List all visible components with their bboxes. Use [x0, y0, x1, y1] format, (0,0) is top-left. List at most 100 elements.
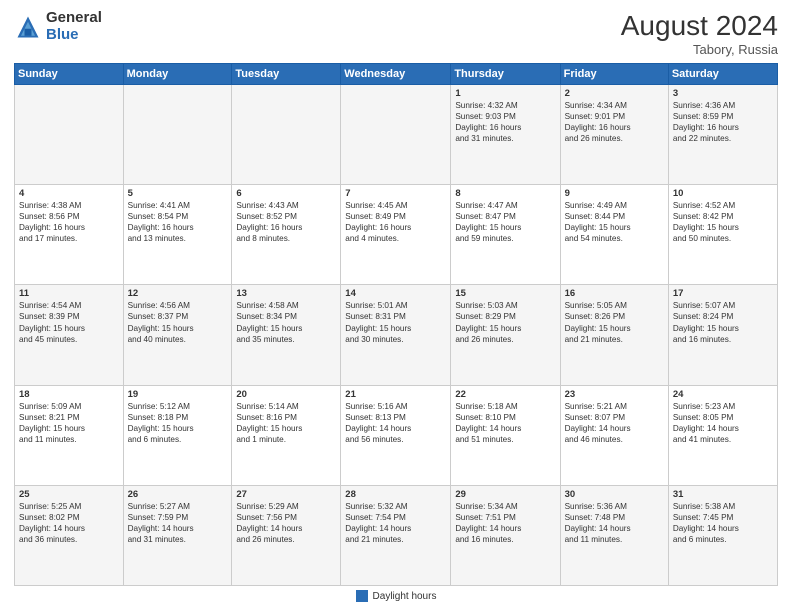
day-cell: 2Sunrise: 4:34 AM Sunset: 9:01 PM Daylig…	[560, 85, 668, 185]
day-cell: 4Sunrise: 4:38 AM Sunset: 8:56 PM Daylig…	[15, 185, 124, 285]
col-sunday: Sunday	[15, 64, 124, 85]
day-number: 31	[673, 489, 773, 500]
day-number: 2	[565, 88, 664, 99]
page: General Blue August 2024 Tabory, Russia …	[0, 0, 792, 612]
day-info: Sunrise: 4:58 AM Sunset: 8:34 PM Dayligh…	[236, 300, 336, 344]
day-cell: 5Sunrise: 4:41 AM Sunset: 8:54 PM Daylig…	[123, 185, 232, 285]
day-info: Sunrise: 5:01 AM Sunset: 8:31 PM Dayligh…	[345, 300, 446, 344]
day-cell: 16Sunrise: 5:05 AM Sunset: 8:26 PM Dayli…	[560, 285, 668, 385]
day-cell: 22Sunrise: 5:18 AM Sunset: 8:10 PM Dayli…	[451, 385, 560, 485]
day-number: 21	[345, 389, 446, 400]
day-info: Sunrise: 4:47 AM Sunset: 8:47 PM Dayligh…	[455, 200, 555, 244]
day-cell: 6Sunrise: 4:43 AM Sunset: 8:52 PM Daylig…	[232, 185, 341, 285]
day-info: Sunrise: 5:23 AM Sunset: 8:05 PM Dayligh…	[673, 401, 773, 445]
legend: Daylight hours	[14, 590, 778, 602]
calendar-table: Sunday Monday Tuesday Wednesday Thursday…	[14, 63, 778, 586]
day-cell: 26Sunrise: 5:27 AM Sunset: 7:59 PM Dayli…	[123, 485, 232, 585]
day-info: Sunrise: 5:03 AM Sunset: 8:29 PM Dayligh…	[455, 300, 555, 344]
col-monday: Monday	[123, 64, 232, 85]
day-cell	[232, 85, 341, 185]
day-cell: 19Sunrise: 5:12 AM Sunset: 8:18 PM Dayli…	[123, 385, 232, 485]
day-info: Sunrise: 5:05 AM Sunset: 8:26 PM Dayligh…	[565, 300, 664, 344]
day-number: 8	[455, 188, 555, 199]
title-block: August 2024 Tabory, Russia	[621, 10, 778, 57]
legend-label: Daylight hours	[373, 591, 437, 602]
day-number: 30	[565, 489, 664, 500]
day-info: Sunrise: 4:56 AM Sunset: 8:37 PM Dayligh…	[128, 300, 228, 344]
day-cell: 29Sunrise: 5:34 AM Sunset: 7:51 PM Dayli…	[451, 485, 560, 585]
logo-blue-text: Blue	[46, 27, 102, 44]
day-number: 7	[345, 188, 446, 199]
day-number: 13	[236, 288, 336, 299]
day-info: Sunrise: 4:32 AM Sunset: 9:03 PM Dayligh…	[455, 100, 555, 144]
day-number: 19	[128, 389, 228, 400]
logo: General Blue	[14, 10, 102, 43]
col-saturday: Saturday	[668, 64, 777, 85]
day-info: Sunrise: 5:36 AM Sunset: 7:48 PM Dayligh…	[565, 501, 664, 545]
month-year: August 2024	[621, 10, 778, 42]
day-number: 26	[128, 489, 228, 500]
day-cell: 24Sunrise: 5:23 AM Sunset: 8:05 PM Dayli…	[668, 385, 777, 485]
day-info: Sunrise: 5:07 AM Sunset: 8:24 PM Dayligh…	[673, 300, 773, 344]
day-info: Sunrise: 5:14 AM Sunset: 8:16 PM Dayligh…	[236, 401, 336, 445]
day-number: 10	[673, 188, 773, 199]
header: General Blue August 2024 Tabory, Russia	[14, 10, 778, 57]
day-cell: 14Sunrise: 5:01 AM Sunset: 8:31 PM Dayli…	[341, 285, 451, 385]
day-info: Sunrise: 5:16 AM Sunset: 8:13 PM Dayligh…	[345, 401, 446, 445]
day-info: Sunrise: 4:41 AM Sunset: 8:54 PM Dayligh…	[128, 200, 228, 244]
day-cell: 28Sunrise: 5:32 AM Sunset: 7:54 PM Dayli…	[341, 485, 451, 585]
col-wednesday: Wednesday	[341, 64, 451, 85]
day-info: Sunrise: 4:54 AM Sunset: 8:39 PM Dayligh…	[19, 300, 119, 344]
day-number: 20	[236, 389, 336, 400]
day-cell: 31Sunrise: 5:38 AM Sunset: 7:45 PM Dayli…	[668, 485, 777, 585]
day-number: 28	[345, 489, 446, 500]
week-row-2: 11Sunrise: 4:54 AM Sunset: 8:39 PM Dayli…	[15, 285, 778, 385]
day-cell: 7Sunrise: 4:45 AM Sunset: 8:49 PM Daylig…	[341, 185, 451, 285]
location: Tabory, Russia	[621, 42, 778, 57]
day-info: Sunrise: 4:52 AM Sunset: 8:42 PM Dayligh…	[673, 200, 773, 244]
day-info: Sunrise: 5:18 AM Sunset: 8:10 PM Dayligh…	[455, 401, 555, 445]
day-number: 25	[19, 489, 119, 500]
day-cell: 27Sunrise: 5:29 AM Sunset: 7:56 PM Dayli…	[232, 485, 341, 585]
day-number: 22	[455, 389, 555, 400]
day-info: Sunrise: 5:12 AM Sunset: 8:18 PM Dayligh…	[128, 401, 228, 445]
day-number: 6	[236, 188, 336, 199]
day-number: 5	[128, 188, 228, 199]
day-cell	[341, 85, 451, 185]
day-info: Sunrise: 5:29 AM Sunset: 7:56 PM Dayligh…	[236, 501, 336, 545]
day-cell: 20Sunrise: 5:14 AM Sunset: 8:16 PM Dayli…	[232, 385, 341, 485]
day-info: Sunrise: 4:38 AM Sunset: 8:56 PM Dayligh…	[19, 200, 119, 244]
day-cell: 21Sunrise: 5:16 AM Sunset: 8:13 PM Dayli…	[341, 385, 451, 485]
day-cell: 13Sunrise: 4:58 AM Sunset: 8:34 PM Dayli…	[232, 285, 341, 385]
logo-text: General Blue	[46, 10, 102, 43]
day-info: Sunrise: 4:34 AM Sunset: 9:01 PM Dayligh…	[565, 100, 664, 144]
day-number: 14	[345, 288, 446, 299]
day-info: Sunrise: 5:38 AM Sunset: 7:45 PM Dayligh…	[673, 501, 773, 545]
week-row-1: 4Sunrise: 4:38 AM Sunset: 8:56 PM Daylig…	[15, 185, 778, 285]
day-cell: 1Sunrise: 4:32 AM Sunset: 9:03 PM Daylig…	[451, 85, 560, 185]
day-number: 17	[673, 288, 773, 299]
col-thursday: Thursday	[451, 64, 560, 85]
calendar: Sunday Monday Tuesday Wednesday Thursday…	[14, 63, 778, 586]
day-number: 29	[455, 489, 555, 500]
day-cell: 12Sunrise: 4:56 AM Sunset: 8:37 PM Dayli…	[123, 285, 232, 385]
day-cell: 9Sunrise: 4:49 AM Sunset: 8:44 PM Daylig…	[560, 185, 668, 285]
day-cell: 10Sunrise: 4:52 AM Sunset: 8:42 PM Dayli…	[668, 185, 777, 285]
day-cell	[15, 85, 124, 185]
day-info: Sunrise: 4:36 AM Sunset: 8:59 PM Dayligh…	[673, 100, 773, 144]
day-number: 24	[673, 389, 773, 400]
col-friday: Friday	[560, 64, 668, 85]
day-number: 12	[128, 288, 228, 299]
day-info: Sunrise: 4:43 AM Sunset: 8:52 PM Dayligh…	[236, 200, 336, 244]
day-info: Sunrise: 4:45 AM Sunset: 8:49 PM Dayligh…	[345, 200, 446, 244]
day-info: Sunrise: 5:25 AM Sunset: 8:02 PM Dayligh…	[19, 501, 119, 545]
day-info: Sunrise: 5:34 AM Sunset: 7:51 PM Dayligh…	[455, 501, 555, 545]
day-number: 3	[673, 88, 773, 99]
day-number: 11	[19, 288, 119, 299]
week-row-3: 18Sunrise: 5:09 AM Sunset: 8:21 PM Dayli…	[15, 385, 778, 485]
day-number: 27	[236, 489, 336, 500]
week-row-4: 25Sunrise: 5:25 AM Sunset: 8:02 PM Dayli…	[15, 485, 778, 585]
day-cell: 25Sunrise: 5:25 AM Sunset: 8:02 PM Dayli…	[15, 485, 124, 585]
day-info: Sunrise: 5:09 AM Sunset: 8:21 PM Dayligh…	[19, 401, 119, 445]
day-number: 1	[455, 88, 555, 99]
